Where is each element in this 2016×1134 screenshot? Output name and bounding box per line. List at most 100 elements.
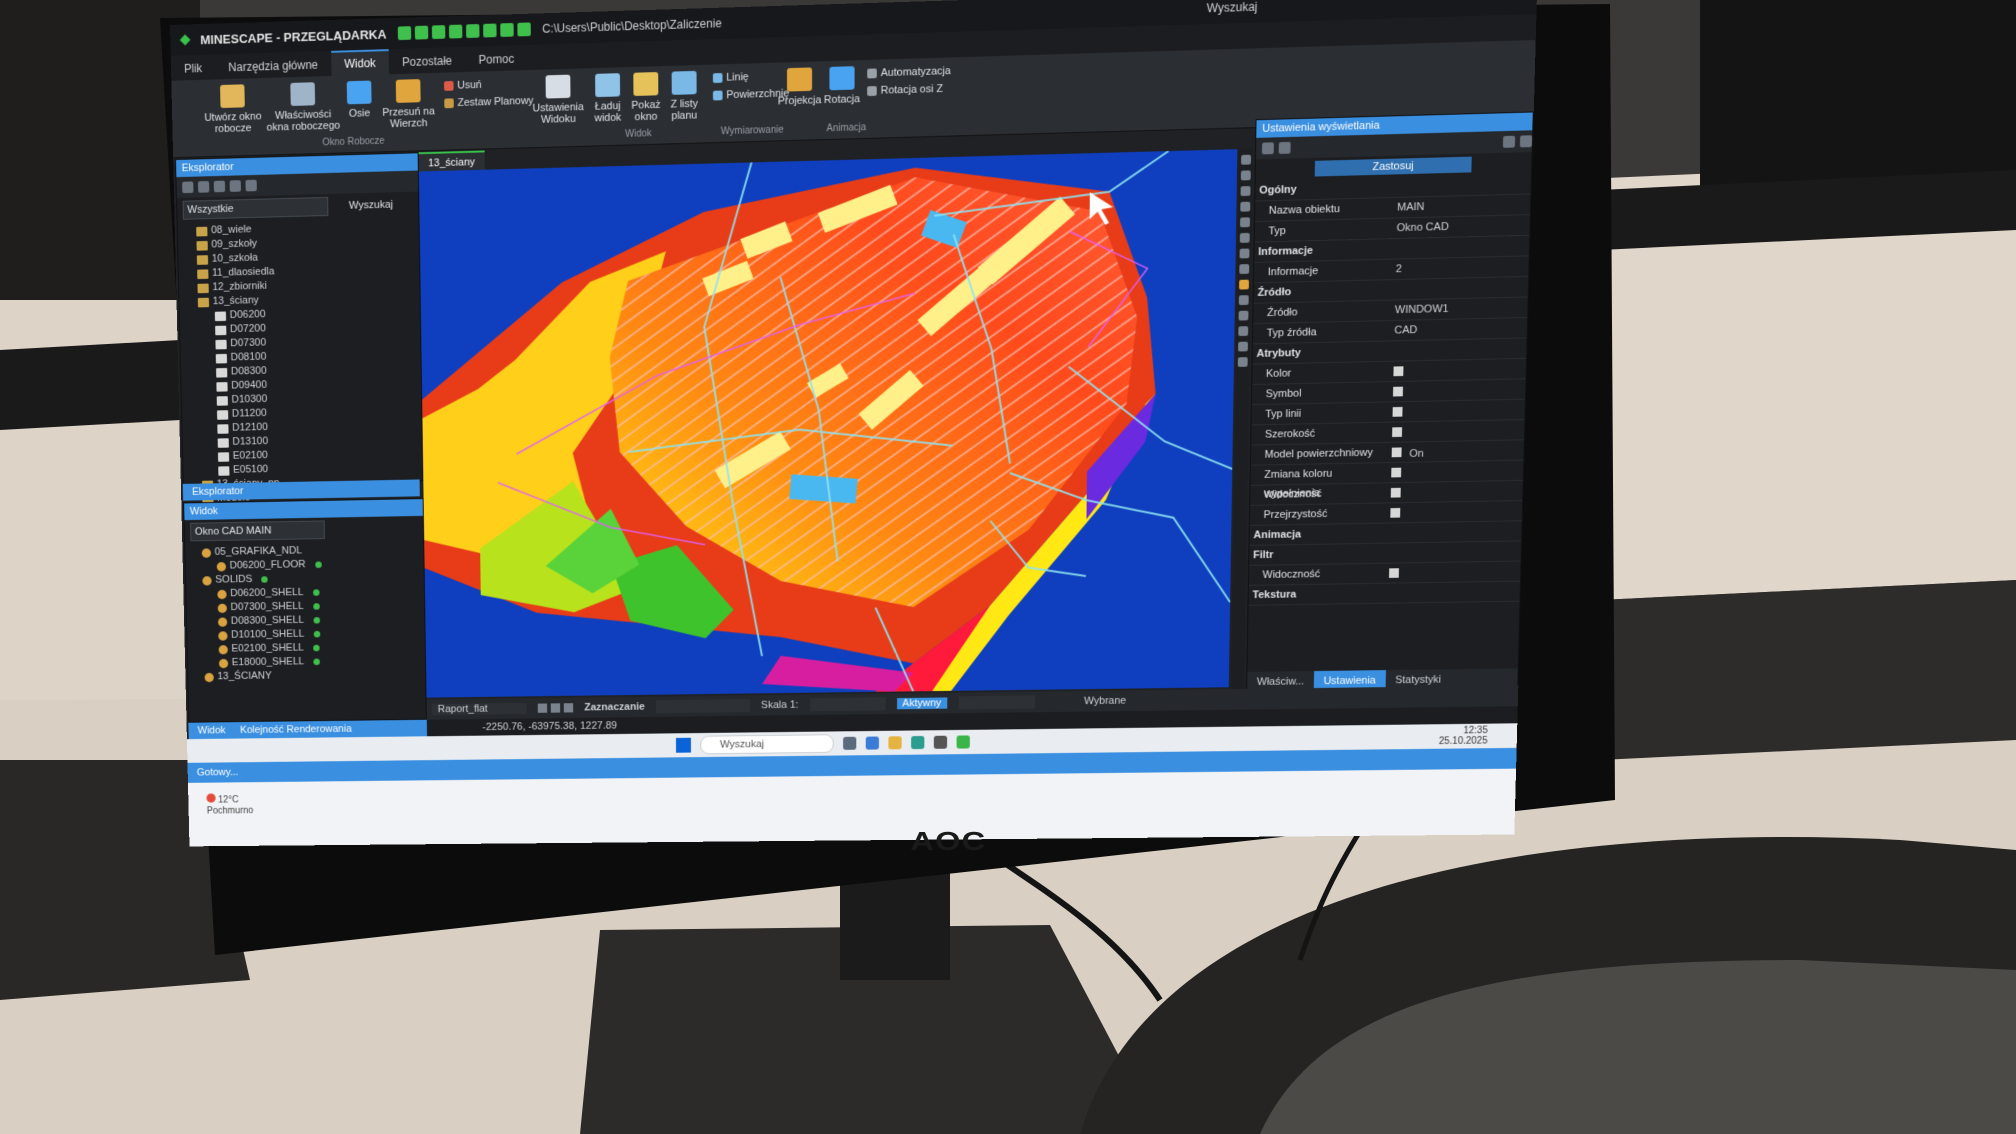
minescape-taskbar-icon[interactable]: [956, 735, 970, 749]
layer-icon: [217, 603, 227, 613]
visibility-dot-icon[interactable]: [313, 617, 320, 624]
file-icon: [216, 395, 228, 406]
rotate-z-axis-button[interactable]: Rotacja osi Z: [867, 83, 943, 97]
layers-panel: Widok Okno CAD MAIN 05_GRAFIKA_NDL D06200…: [183, 498, 427, 723]
layers-footer-tab[interactable]: Kolejność Renderowania: [240, 721, 352, 739]
windows-start-icon[interactable]: [675, 737, 691, 753]
load-view-button[interactable]: Ładuj widok: [588, 73, 627, 124]
visibility-dot-icon[interactable]: [312, 589, 320, 596]
visibility-dot-icon[interactable]: [313, 658, 320, 666]
layer-item-label: D07300_SHELL: [230, 600, 304, 613]
property-value[interactable]: Okno CAD: [1396, 215, 1530, 238]
property-checkbox[interactable]: [1390, 487, 1401, 498]
property-value[interactable]: [1392, 400, 1525, 422]
property-checkbox[interactable]: [1392, 427, 1403, 438]
property-value[interactable]: [1391, 461, 1523, 483]
property-checkbox[interactable]: [1392, 386, 1404, 397]
properties-panel: Ustawienia wyświetlania Zastosuj Ogólny N…: [1246, 111, 1534, 694]
property-checkbox[interactable]: [1391, 447, 1402, 458]
property-value[interactable]: CAD: [1394, 318, 1527, 340]
explorer-item-label: E05100: [232, 463, 269, 476]
explorer-find-button[interactable]: Wyszukaj: [349, 196, 393, 214]
visibility-dot-icon[interactable]: [312, 603, 320, 610]
projection-button[interactable]: Projekcja: [778, 67, 821, 107]
property-key: Widoczność: [1263, 488, 1322, 501]
property-key: Atrybuty: [1256, 347, 1301, 360]
snap-toolbar[interactable]: [537, 703, 574, 713]
layers-footer-tab[interactable]: Widok: [197, 722, 226, 739]
property-checkbox[interactable]: [1390, 507, 1401, 518]
window-search[interactable]: Wyszukaj: [1207, 0, 1258, 15]
property-key: Model powierzchniowy: [1264, 447, 1373, 461]
view-settings-button[interactable]: Ustawienia Widoku: [529, 74, 587, 126]
explorer-item-label: D08300: [230, 365, 267, 378]
taskbar-search[interactable]: Wyszukaj: [700, 734, 834, 755]
axes-button[interactable]: Osie: [340, 80, 378, 120]
visibility-dot-icon[interactable]: [313, 630, 320, 638]
property-value[interactable]: On: [1391, 440, 1524, 462]
create-work-window-button[interactable]: Utwórz okno robocze: [199, 84, 266, 136]
ribbon-tab[interactable]: Widok: [330, 49, 390, 76]
quick-access-toolbar[interactable]: [397, 22, 531, 41]
active-layer-select[interactable]: Raport_flat: [432, 702, 527, 716]
explorer-item-label: 12_zbiorniki: [212, 280, 268, 293]
property-checkbox[interactable]: [1388, 568, 1399, 578]
work-window-properties-button[interactable]: Właściwości okna roboczego: [265, 81, 341, 134]
mode-input[interactable]: [655, 699, 750, 714]
property-key: Zmiana koloru wypełnienia: [1263, 467, 1333, 500]
delete-button[interactable]: Usuń: [444, 79, 482, 92]
chat-icon[interactable]: [865, 736, 879, 750]
property-checkbox[interactable]: [1392, 406, 1403, 417]
line-dimension-button[interactable]: Linię: [712, 71, 749, 84]
explorer-filter-select[interactable]: Wszystkie Wyszukaj: [182, 196, 393, 220]
ribbon-tab[interactable]: Pozostałe: [389, 49, 466, 75]
property-value[interactable]: [1392, 379, 1526, 401]
property-value[interactable]: 2: [1396, 256, 1529, 279]
property-value[interactable]: [1388, 561, 1521, 582]
plan-set-button[interactable]: Zestaw Planowy: [444, 95, 534, 109]
rotation-button[interactable]: Rotacja: [823, 66, 862, 106]
active-pill[interactable]: Aktywny: [896, 697, 947, 710]
task-view-icon[interactable]: [843, 736, 857, 750]
property-checkbox[interactable]: [1393, 366, 1404, 377]
scale-label: Skala 1:: [760, 699, 799, 711]
property-value[interactable]: MAIN: [1397, 194, 1531, 217]
ribbon-tab[interactable]: Plik: [171, 56, 216, 80]
property-value[interactable]: [1390, 501, 1522, 522]
selection-mode[interactable]: Zaznaczanie: [584, 701, 645, 713]
3d-viewport[interactable]: [418, 149, 1238, 698]
weather-widget[interactable]: 12°C Pochmurno: [206, 793, 253, 817]
visibility-dot-icon[interactable]: [314, 561, 322, 569]
ribbon-tab[interactable]: Pomoc: [465, 47, 527, 72]
active-input[interactable]: [958, 695, 1035, 710]
from-plan-list-button[interactable]: Z listy planu: [665, 70, 704, 123]
store-icon[interactable]: [933, 735, 948, 749]
layer-icon: [218, 644, 228, 655]
minescape-window: ◆ MINESCAPE - PRZEGLĄDARKA C:\Users\Publ…: [170, 0, 1538, 847]
automation-button[interactable]: Automatyzacja: [867, 65, 951, 79]
property-value[interactable]: [1392, 420, 1525, 442]
edge-icon[interactable]: [911, 735, 925, 750]
ribbon-tab[interactable]: Narzędzia główne: [215, 53, 331, 80]
scale-input[interactable]: [809, 697, 886, 712]
property-checkbox[interactable]: [1391, 467, 1402, 478]
property-key: Typ linii: [1265, 408, 1302, 421]
visibility-dot-icon[interactable]: [313, 644, 320, 652]
apply-button[interactable]: Zastosuj: [1314, 156, 1472, 177]
property-value[interactable]: [1393, 359, 1526, 381]
property-value[interactable]: [1390, 481, 1523, 503]
property-value[interactable]: WINDOW1: [1395, 297, 1528, 320]
layer-tree-item[interactable]: 13_ŚCIANY: [192, 667, 426, 684]
property-value: [1380, 541, 1522, 562]
layer-item-label: E02100_SHELL: [231, 642, 304, 655]
visibility-dot-icon[interactable]: [261, 576, 269, 583]
show-window-button[interactable]: Pokaż okno: [629, 72, 664, 123]
file-explorer-icon[interactable]: [888, 736, 902, 750]
property-value-text: MAIN: [1396, 201, 1425, 214]
layers-window-select[interactable]: Okno CAD MAIN: [190, 520, 325, 542]
file-icon: [217, 437, 229, 448]
layer-icon: [204, 672, 214, 682]
bring-to-front-button[interactable]: Przesuń na Wierzch: [380, 79, 437, 131]
file-icon: [215, 353, 228, 364]
property-section[interactable]: Tekstura: [1248, 581, 1521, 606]
